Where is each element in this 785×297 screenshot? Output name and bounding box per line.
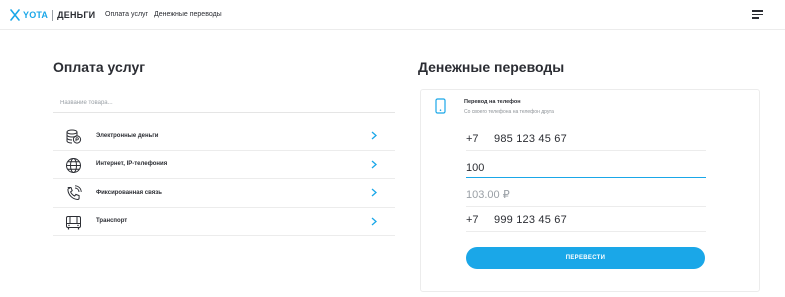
sender-phone-field[interactable]: +7 985 123 45 67 (466, 127, 706, 151)
menu-icon[interactable] (752, 10, 763, 19)
phone-transfer-card: Перевод на телефон Со своего телефона на… (420, 89, 760, 292)
search-input[interactable] (53, 93, 395, 113)
sender-phone-number: 985 123 45 67 (494, 133, 567, 145)
category-label: Интернет, IP-телефония (96, 161, 168, 168)
sender-country-code: +7 (466, 133, 479, 145)
category-label: Электронные деньги (96, 132, 159, 139)
total-with-fee: 103.00 ₽ (466, 189, 510, 201)
top-header: YOTA ДЕНЬГИ Оплата услуг Денежные перево… (0, 0, 785, 30)
mobile-phone-icon (435, 98, 446, 114)
phone-handset-icon (67, 185, 82, 201)
transfer-button[interactable]: ПЕРЕВЕСТИ (466, 247, 705, 269)
category-item-e-money[interactable]: Электронные деньги (53, 122, 395, 151)
category-item-landline[interactable]: Фиксированная связь (53, 179, 395, 208)
category-list: Электронные деньги Интернет, IP-телефони… (53, 122, 395, 236)
chevron-right-icon (371, 217, 377, 225)
payments-title: Оплата услуг (53, 59, 146, 75)
logo-separator (52, 9, 54, 21)
chevron-right-icon (371, 160, 377, 168)
coins-icon (66, 129, 82, 144)
divider (466, 206, 706, 207)
transfers-title: Денежные переводы (418, 59, 565, 75)
chevron-right-icon (371, 188, 377, 197)
category-label: Фиксированная связь (96, 189, 162, 196)
nav-link-transfers[interactable]: Денежные переводы (154, 11, 222, 18)
category-item-transport[interactable]: Транспорт (53, 208, 395, 236)
logo[interactable]: YOTA ДЕНЬГИ (10, 9, 95, 21)
recipient-country-code: +7 (466, 214, 479, 226)
recipient-phone-field[interactable]: +7 999 123 45 67 (466, 208, 706, 232)
globe-icon (66, 157, 81, 173)
card-title: Перевод на телефон (464, 99, 521, 105)
card-subtitle: Со своего телефона на телефон друга (464, 109, 554, 115)
bus-icon (66, 215, 81, 229)
yota-logo-icon (10, 9, 20, 21)
category-item-internet[interactable]: Интернет, IP-телефония (53, 151, 395, 179)
nav-link-payments[interactable]: Оплата услуг (105, 11, 148, 18)
logo-yota-text: YOTA (23, 10, 49, 20)
chevron-right-icon (371, 131, 377, 140)
recipient-phone-number: 999 123 45 67 (494, 214, 567, 226)
logo-money-text: ДЕНЬГИ (57, 10, 96, 20)
category-label: Транспорт (96, 218, 128, 225)
amount-input[interactable] (466, 154, 706, 178)
